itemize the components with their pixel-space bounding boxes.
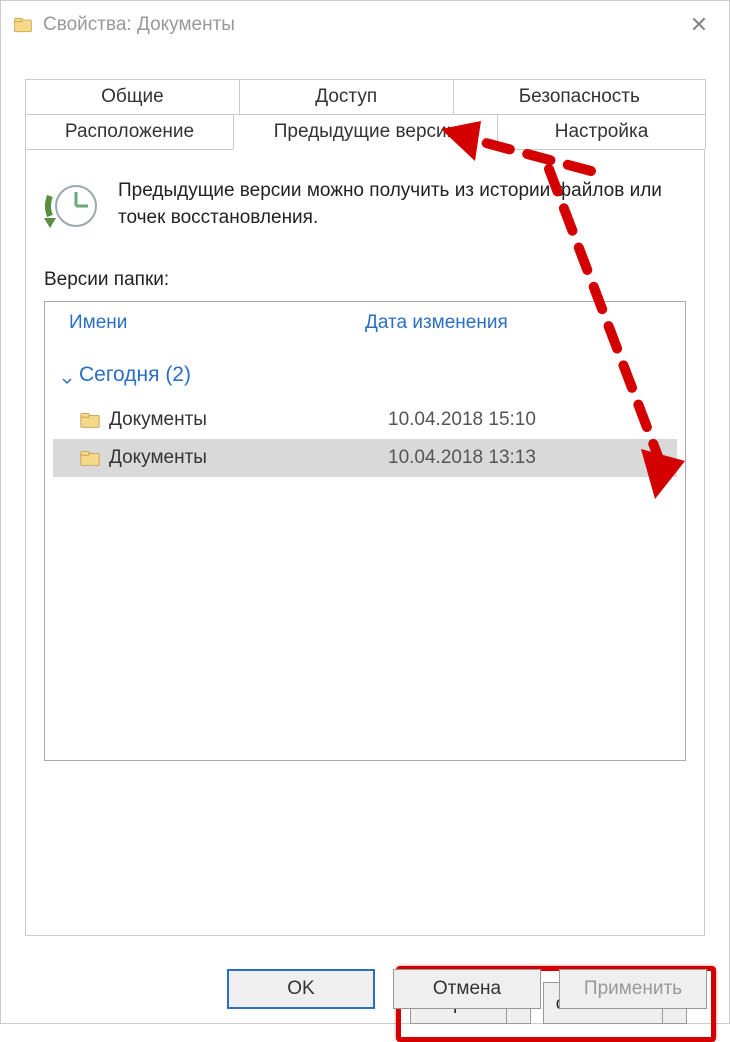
cancel-button[interactable]: Отмена <box>393 969 541 1009</box>
window-title: Свойства: Документы <box>43 14 235 36</box>
folder-icon <box>79 409 101 431</box>
column-date[interactable]: Дата изменения <box>365 312 661 334</box>
tab-previous-versions[interactable]: Предыдущие версии <box>233 114 498 150</box>
properties-dialog: Свойства: Документы ✕ Общие Доступ Безоп… <box>0 0 730 1024</box>
close-icon[interactable]: ✕ <box>685 11 713 39</box>
tab-strip: Общие Доступ Безопасность Расположение П… <box>25 79 705 150</box>
tab-customize[interactable]: Настройка <box>497 114 706 149</box>
apply-button[interactable]: Применить <box>559 969 707 1009</box>
row-name: Документы <box>109 447 388 469</box>
row-name: Документы <box>109 409 388 431</box>
titlebar: Свойства: Документы ✕ <box>1 1 729 49</box>
table-row[interactable]: Документы 10.04.2018 15:10 <box>53 401 677 439</box>
table-row[interactable]: Документы 10.04.2018 13:13 <box>53 439 677 477</box>
tab-panel: Предыдущие версии можно получить из исто… <box>25 150 705 936</box>
folder-icon <box>13 15 33 35</box>
row-date: 10.04.2018 13:13 <box>388 447 667 469</box>
tab-sharing[interactable]: Доступ <box>239 79 454 114</box>
history-icon <box>44 178 100 239</box>
tab-location[interactable]: Расположение <box>25 114 234 149</box>
row-date: 10.04.2018 15:10 <box>388 409 667 431</box>
info-text: Предыдущие версии можно получить из исто… <box>118 178 686 231</box>
group-today[interactable]: Сегодня (2) <box>53 363 677 387</box>
versions-label: Версии папки: <box>44 269 686 291</box>
ok-button[interactable]: OK <box>227 969 375 1009</box>
list-header[interactable]: Имени Дата изменения <box>45 302 685 345</box>
column-name[interactable]: Имени <box>69 312 365 334</box>
content-area: Общие Доступ Безопасность Расположение П… <box>1 49 729 936</box>
group-label-text: Сегодня (2) <box>79 363 191 387</box>
versions-list[interactable]: Имени Дата изменения Сегодня (2) <box>44 301 686 761</box>
tab-general[interactable]: Общие <box>25 79 240 114</box>
chevron-down-icon <box>61 369 73 381</box>
tab-security[interactable]: Безопасность <box>453 79 706 114</box>
dialog-buttons: OK Отмена Применить <box>227 969 707 1009</box>
folder-icon <box>79 447 101 469</box>
